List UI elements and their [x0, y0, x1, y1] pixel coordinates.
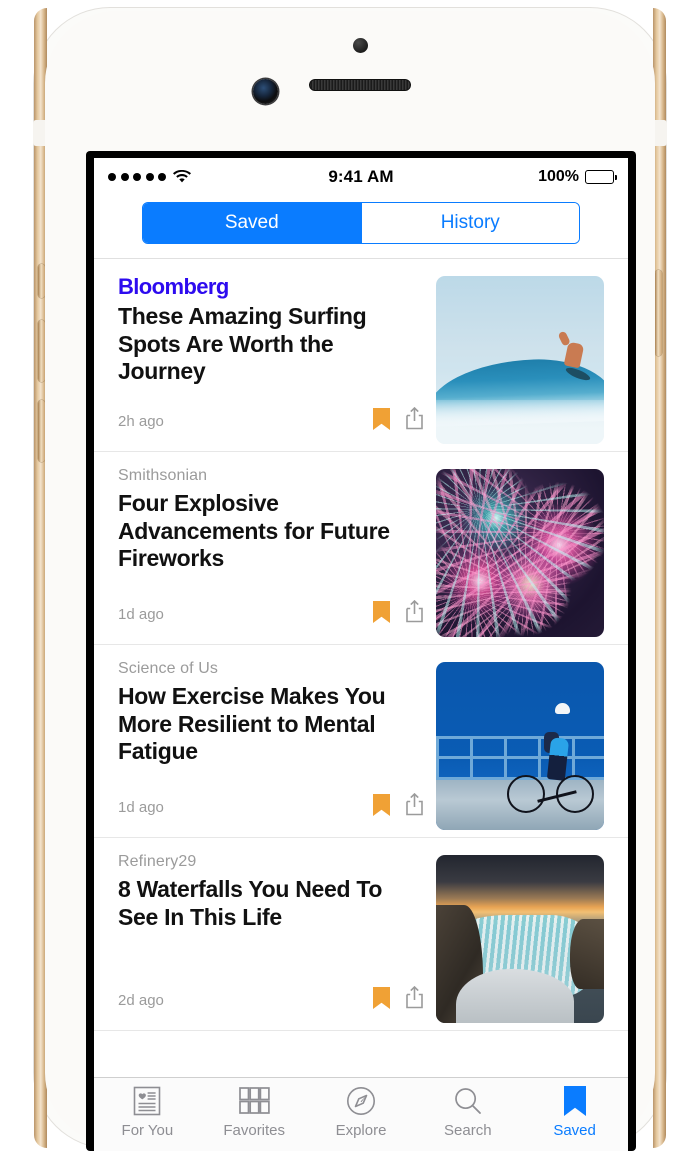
- list-item[interactable]: Bloomberg These Amazing Surfing Spots Ar…: [94, 259, 628, 452]
- article-actions: [373, 599, 424, 628]
- foam-shape: [436, 400, 604, 444]
- share-icon[interactable]: [405, 406, 424, 435]
- bookmark-icon: [563, 1085, 586, 1117]
- tab-search[interactable]: Search: [414, 1085, 521, 1139]
- article-actions: [373, 406, 424, 435]
- article-publisher: Refinery29: [118, 853, 197, 870]
- article-list[interactable]: Bloomberg These Amazing Surfing Spots Ar…: [94, 259, 628, 1077]
- list-item[interactable]: Science of Us How Exercise Makes You Mor…: [94, 645, 628, 838]
- article-publisher: Bloomberg: [118, 274, 229, 299]
- article-headline[interactable]: These Amazing Surfing Spots Are Worth th…: [118, 303, 424, 386]
- article-actions: [373, 985, 424, 1014]
- grid-icon: [238, 1085, 270, 1117]
- tab-bar: For You Favorites Explore Search Saved: [94, 1077, 628, 1151]
- power-button[interactable]: [655, 270, 662, 356]
- article-timestamp: 1d ago: [118, 605, 164, 623]
- compass-icon: [346, 1085, 376, 1117]
- article-text: Science of Us How Exercise Makes You Mor…: [118, 660, 436, 837]
- phone-front-face: 9:41 AM 100% Saved History Bloomberg The…: [45, 11, 655, 1151]
- tab-explore[interactable]: Explore: [308, 1085, 415, 1139]
- volume-up-button[interactable]: [38, 320, 45, 382]
- status-bar: 9:41 AM 100%: [94, 158, 628, 196]
- tab-label: Favorites: [223, 1122, 286, 1139]
- article-meta: 2h ago: [118, 406, 424, 451]
- list-item[interactable]: Refinery29 8 Waterfalls You Need To See …: [94, 838, 628, 1031]
- article-actions: [373, 792, 424, 821]
- tab-saved[interactable]: Saved: [143, 203, 361, 243]
- helmet-shape: [555, 703, 571, 715]
- tab-label: For You: [121, 1122, 174, 1139]
- segmented-control[interactable]: Saved History: [142, 202, 580, 244]
- article-meta: 1d ago: [118, 792, 424, 837]
- article-timestamp: 2d ago: [118, 991, 164, 1009]
- bookmark-icon[interactable]: [373, 407, 390, 435]
- article-publisher: Science of Us: [118, 660, 219, 677]
- phone-device: 9:41 AM 100% Saved History Bloomberg The…: [33, 8, 667, 1151]
- article-text: Bloomberg These Amazing Surfing Spots Ar…: [118, 274, 436, 451]
- article-publisher: Smithsonian: [118, 467, 208, 484]
- article-headline[interactable]: 8 Waterfalls You Need To See In This Lif…: [118, 876, 424, 931]
- bookmark-icon[interactable]: [373, 793, 390, 821]
- article-meta: 1d ago: [118, 599, 424, 644]
- silent-switch[interactable]: [38, 264, 45, 298]
- proximity-sensor: [353, 38, 368, 53]
- share-icon[interactable]: [405, 599, 424, 628]
- tab-for-you[interactable]: For You: [94, 1085, 201, 1139]
- rock-shape: [570, 918, 604, 990]
- article-headline[interactable]: Four Explosive Advancements for Future F…: [118, 490, 424, 573]
- tab-label: Search: [444, 1122, 492, 1139]
- share-icon[interactable]: [405, 792, 424, 821]
- status-bar-time: 9:41 AM: [328, 167, 394, 186]
- article-thumbnail[interactable]: [436, 662, 604, 830]
- search-icon: [453, 1085, 483, 1117]
- tab-history[interactable]: History: [360, 203, 579, 243]
- bookmark-icon[interactable]: [373, 986, 390, 1014]
- bicycle-wheel: [555, 775, 594, 814]
- document-heart-icon: [133, 1085, 161, 1117]
- tab-label: Explore: [335, 1122, 387, 1139]
- railing-shape: [436, 735, 604, 780]
- list-item[interactable]: Smithsonian Four Explosive Advancements …: [94, 452, 628, 645]
- article-headline[interactable]: How Exercise Makes You More Resilient to…: [118, 683, 424, 766]
- firework-rays: [436, 469, 604, 637]
- surfer-figure: [563, 341, 585, 369]
- article-meta: 2d ago: [118, 985, 424, 1030]
- share-icon[interactable]: [405, 985, 424, 1014]
- article-timestamp: 2h ago: [118, 412, 164, 430]
- tab-favorites[interactable]: Favorites: [201, 1085, 308, 1139]
- article-text: Refinery29 8 Waterfalls You Need To See …: [118, 853, 436, 1030]
- article-thumbnail[interactable]: [436, 469, 604, 637]
- tab-saved[interactable]: Saved: [521, 1085, 628, 1139]
- article-text: Smithsonian Four Explosive Advancements …: [118, 467, 436, 644]
- volume-down-button[interactable]: [38, 400, 45, 462]
- article-thumbnail[interactable]: [436, 855, 604, 1023]
- article-timestamp: 1d ago: [118, 798, 164, 816]
- phone-screen: 9:41 AM 100% Saved History Bloomberg The…: [94, 158, 628, 1151]
- bookmark-icon[interactable]: [373, 600, 390, 628]
- earpiece-speaker: [309, 79, 411, 91]
- tab-label: Saved: [553, 1122, 596, 1139]
- article-thumbnail[interactable]: [436, 276, 604, 444]
- battery-icon: [585, 170, 618, 184]
- screen-bezel: 9:41 AM 100% Saved History Bloomberg The…: [86, 151, 636, 1151]
- segmented-control-bar: Saved History: [94, 196, 628, 259]
- front-camera: [253, 79, 278, 104]
